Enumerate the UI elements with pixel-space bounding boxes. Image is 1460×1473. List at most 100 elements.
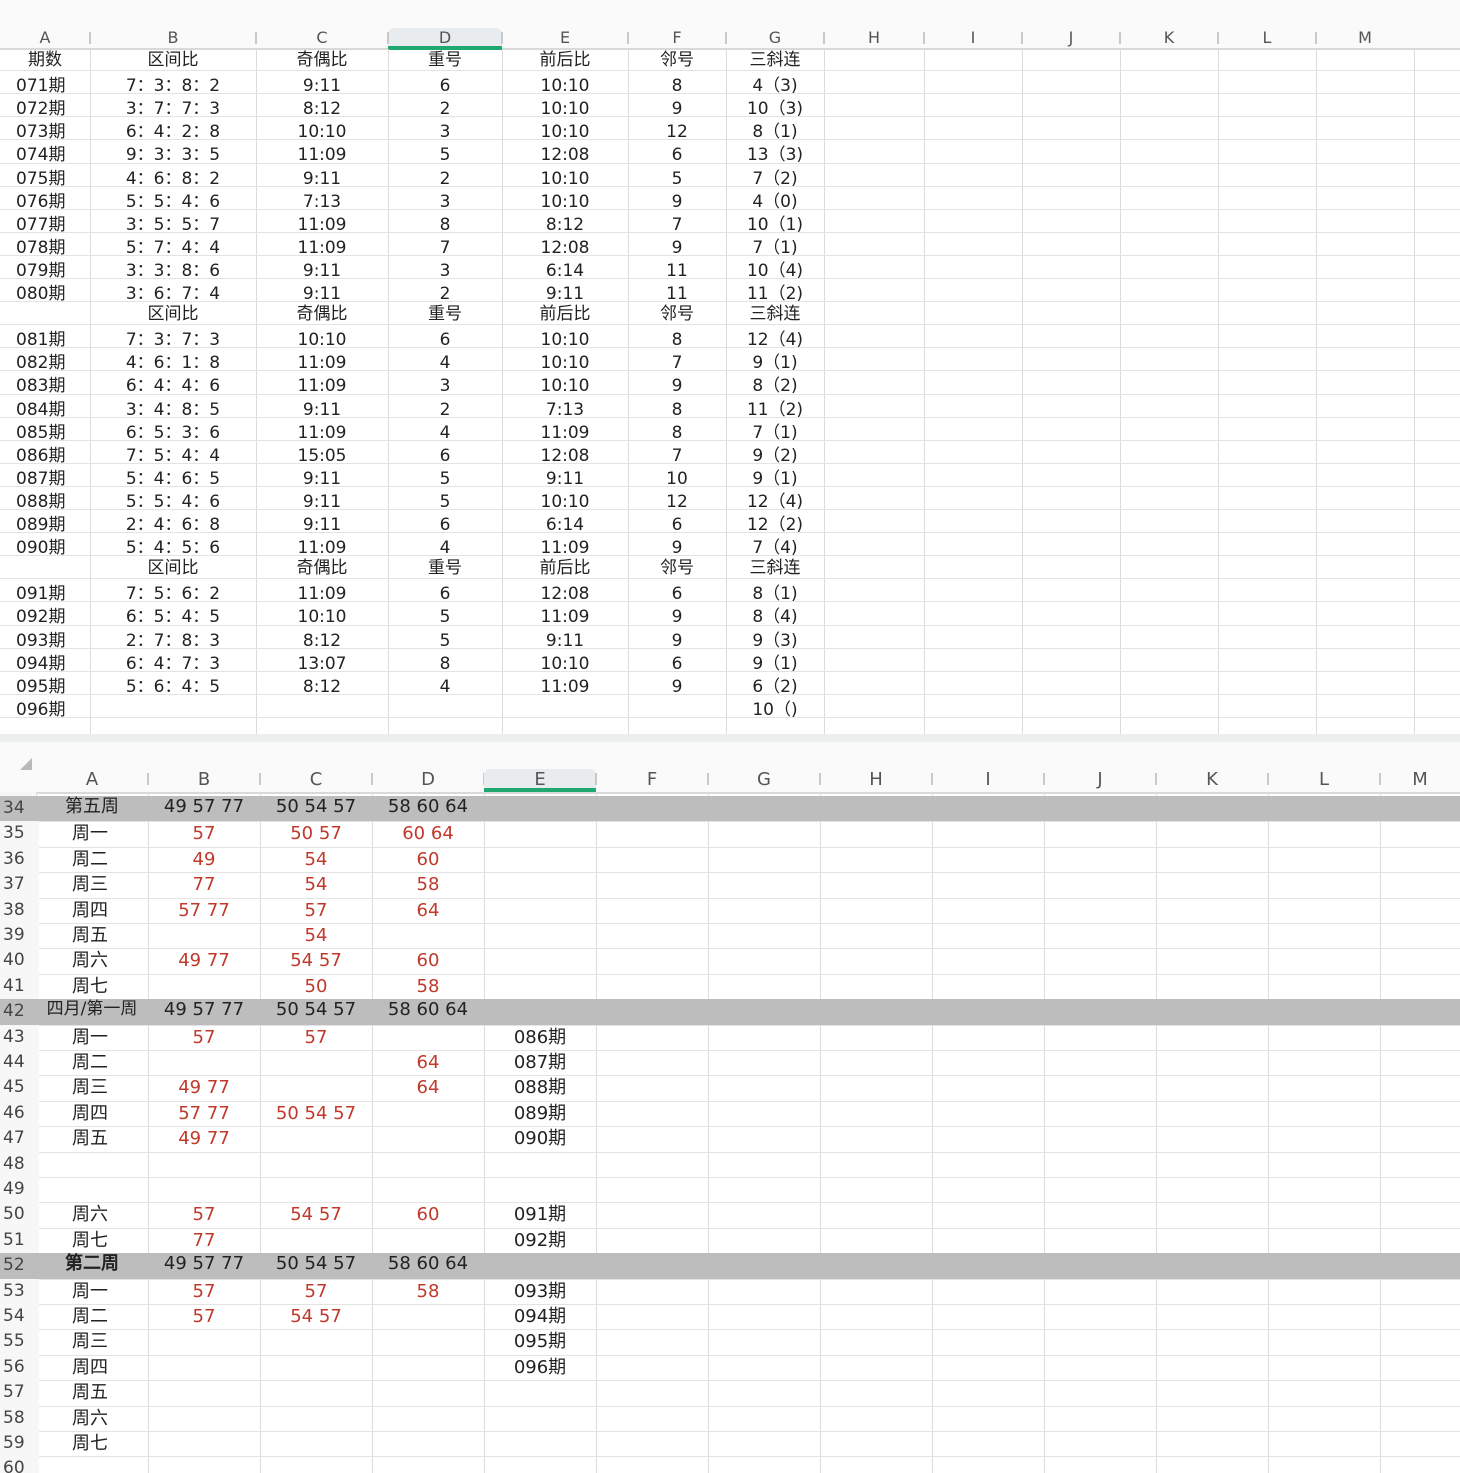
column-header-i[interactable]: I (932, 769, 1044, 790)
column-divider[interactable] (255, 32, 257, 44)
cell-c[interactable]: 奇偶比 (256, 557, 388, 580)
cell-b[interactable]: 77 (148, 872, 260, 897)
column-header-d[interactable]: D (372, 769, 484, 790)
cell-f[interactable]: 邻号 (628, 303, 726, 326)
column-header-i[interactable]: I (924, 28, 1022, 48)
column-divider[interactable] (501, 32, 503, 44)
cell-c[interactable]: 50 54 57 (260, 997, 372, 1022)
row-number[interactable]: 50 (0, 1202, 39, 1228)
cell-e[interactable]: 093期 (484, 1279, 596, 1304)
cell-d[interactable]: 64 (372, 898, 484, 923)
cell-a[interactable]: 周五 (36, 1126, 148, 1151)
column-header-e[interactable]: E (502, 28, 628, 48)
cell-d[interactable]: 60 (372, 847, 484, 872)
row-number[interactable]: 44 (0, 1050, 39, 1076)
row-number[interactable]: 45 (0, 1075, 39, 1101)
cell-d[interactable]: 60 (372, 1202, 484, 1227)
row-number[interactable]: 51 (0, 1227, 39, 1254)
row-number[interactable]: 36 (0, 846, 39, 873)
row-number[interactable]: 57 (0, 1380, 39, 1406)
row-number[interactable]: 43 (0, 1024, 39, 1050)
cell-d[interactable]: 58 60 64 (372, 794, 484, 819)
row-number[interactable]: 38 (0, 897, 39, 923)
column-header-m[interactable]: M (1380, 769, 1460, 790)
row-number[interactable]: 39 (0, 923, 39, 949)
column-divider[interactable] (923, 32, 925, 44)
column-divider[interactable] (1315, 32, 1317, 44)
cell-a[interactable]: 周六 (36, 1202, 148, 1227)
column-header-c[interactable]: C (256, 28, 388, 48)
cell-a[interactable]: 周七 (36, 1431, 148, 1456)
column-header-b[interactable]: B (90, 28, 256, 48)
cell-e[interactable]: 前后比 (502, 49, 628, 72)
cell-a[interactable]: 周四 (36, 1101, 148, 1126)
cell-a[interactable]: 四月/第一周 (36, 997, 148, 1022)
column-header-l[interactable]: L (1268, 769, 1380, 790)
row-number[interactable]: 55 (0, 1329, 39, 1355)
cell-d[interactable]: 64 (372, 1075, 484, 1100)
column-header-g[interactable]: G (708, 769, 820, 790)
cell-a[interactable]: 096期 (0, 699, 90, 722)
cell-f[interactable]: 邻号 (628, 557, 726, 580)
column-divider[interactable] (725, 32, 727, 44)
cell-e[interactable]: 前后比 (502, 557, 628, 580)
cell-a[interactable]: 周六 (36, 948, 148, 973)
column-header-d[interactable]: D (388, 28, 502, 50)
row-number[interactable]: 53 (0, 1278, 39, 1304)
cell-b[interactable]: 49 77 (148, 948, 260, 973)
cell-a[interactable]: 周四 (36, 1355, 148, 1380)
cell-c[interactable]: 奇偶比 (256, 49, 388, 72)
cell-c[interactable]: 54 (260, 923, 372, 948)
cell-c[interactable]: 54 57 (260, 948, 372, 973)
cell-b[interactable]: 57 (148, 1304, 260, 1329)
cell-b[interactable]: 49 77 (148, 1075, 260, 1100)
cell-a[interactable]: 周二 (36, 1304, 148, 1329)
cell-b[interactable]: 区间比 (90, 557, 256, 580)
cell-c[interactable]: 57 (260, 1025, 372, 1050)
cell-e[interactable]: 092期 (484, 1228, 596, 1253)
row-number[interactable]: 37 (0, 872, 39, 898)
cell-e[interactable]: 096期 (484, 1355, 596, 1380)
column-divider[interactable] (627, 32, 629, 44)
cell-a[interactable]: 周五 (36, 1380, 148, 1405)
row-number[interactable]: 54 (0, 1304, 39, 1330)
column-divider[interactable] (1217, 32, 1219, 44)
column-header-e[interactable]: E (484, 769, 596, 792)
cell-c[interactable]: 54 57 (260, 1304, 372, 1329)
cell-c[interactable]: 57 (260, 1279, 372, 1304)
cell-c[interactable]: 50 57 (260, 821, 372, 846)
cell-c[interactable]: 50 (260, 974, 372, 999)
row-number[interactable]: 41 (0, 973, 39, 1000)
cell-g[interactable]: 三斜连 (726, 303, 824, 326)
cell-a[interactable]: 周七 (36, 1228, 148, 1253)
cell-d[interactable]: 58 (372, 1279, 484, 1304)
row-number[interactable]: 47 (0, 1126, 39, 1152)
cell-f[interactable]: 邻号 (628, 49, 726, 72)
cell-d[interactable]: 64 (372, 1050, 484, 1075)
cell-a[interactable]: 周三 (36, 1329, 148, 1354)
column-header-l[interactable]: L (1218, 28, 1316, 48)
column-header-a[interactable]: A (0, 28, 90, 48)
cell-c[interactable]: 54 57 (260, 1202, 372, 1227)
cell-a[interactable]: 周二 (36, 847, 148, 872)
cell-b[interactable]: 77 (148, 1228, 260, 1253)
cell-c[interactable]: 54 (260, 872, 372, 897)
cell-c[interactable]: 54 (260, 847, 372, 872)
row-number[interactable]: 40 (0, 948, 39, 974)
cell-d[interactable]: 58 (372, 872, 484, 897)
column-header-j[interactable]: J (1022, 28, 1120, 48)
row-number[interactable]: 46 (0, 1100, 39, 1127)
column-divider[interactable] (89, 32, 91, 44)
cell-g[interactable]: 三斜连 (726, 49, 824, 72)
column-header-f[interactable]: F (628, 28, 726, 48)
column-header-k[interactable]: K (1156, 769, 1268, 790)
cell-b[interactable]: 57 (148, 1279, 260, 1304)
cell-e[interactable]: 087期 (484, 1050, 596, 1075)
cell-c[interactable]: 50 54 57 (260, 1101, 372, 1126)
cell-d[interactable]: 重号 (388, 303, 502, 326)
cell-b[interactable]: 49 57 77 (148, 997, 260, 1022)
cell-a[interactable]: 周一 (36, 1279, 148, 1304)
row-number[interactable]: 34 (0, 796, 39, 822)
column-divider[interactable] (1119, 32, 1121, 44)
column-header-m[interactable]: M (1316, 28, 1414, 48)
